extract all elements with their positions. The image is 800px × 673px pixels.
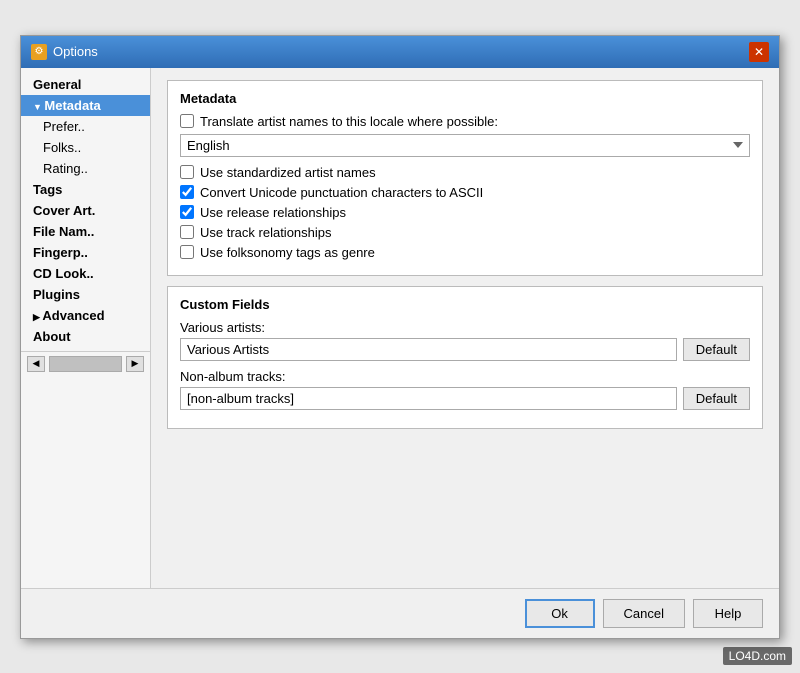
standardized-artist-row: Use standardized artist names [180,165,750,180]
track-relationships-label[interactable]: Use track relationships [200,225,332,240]
scroll-thumb[interactable] [49,356,122,372]
translate-artist-checkbox[interactable] [180,114,194,128]
track-relationships-checkbox[interactable] [180,225,194,239]
various-artists-input-row: Default [180,338,750,361]
sidebar-nav: General Metadata Prefer.. Folks.. Rating… [21,68,151,588]
translate-artist-row: Translate artist names to this locale wh… [180,114,750,129]
title-bar-left: ⚙ Options [31,44,98,60]
options-dialog: ⚙ Options ✕ General Metadata Prefer.. Fo… [20,35,780,639]
folksonomy-tags-row: Use folksonomy tags as genre [180,245,750,260]
app-icon: ⚙ [31,44,47,60]
locale-dropdown-row: English French German Spanish [180,134,750,157]
folksonomy-tags-checkbox[interactable] [180,245,194,259]
watermark: LO4D.com [723,647,792,665]
title-bar: ⚙ Options ✕ [21,36,779,68]
folksonomy-tags-label[interactable]: Use folksonomy tags as genre [200,245,375,260]
dialog-footer: Ok Cancel Help [21,588,779,638]
non-album-tracks-input[interactable] [180,387,677,410]
close-button[interactable]: ✕ [749,42,769,62]
non-album-tracks-row: Non-album tracks: Default [180,369,750,410]
custom-fields-title: Custom Fields [180,297,750,312]
convert-unicode-checkbox[interactable] [180,185,194,199]
convert-unicode-row: Convert Unicode punctuation characters t… [180,185,750,200]
various-artists-default-button[interactable]: Default [683,338,750,361]
standardized-artist-checkbox[interactable] [180,165,194,179]
dialog-title: Options [53,44,98,59]
various-artists-row: Various artists: Default [180,320,750,361]
metadata-section: Metadata Translate artist names to this … [167,80,763,276]
sidebar-item-metadata[interactable]: Metadata [21,95,150,116]
release-relationships-row: Use release relationships [180,205,750,220]
help-button[interactable]: Help [693,599,763,628]
sidebar-item-about[interactable]: About [21,326,150,347]
scroll-left-button[interactable]: ◀ [27,356,45,372]
non-album-tracks-label: Non-album tracks: [180,369,750,384]
dialog-body: General Metadata Prefer.. Folks.. Rating… [21,68,779,588]
convert-unicode-label[interactable]: Convert Unicode punctuation characters t… [200,185,483,200]
sidebar-item-preferences[interactable]: Prefer.. [21,116,150,137]
track-relationships-row: Use track relationships [180,225,750,240]
translate-artist-label[interactable]: Translate artist names to this locale wh… [200,114,498,129]
sidebar-item-fingerprint[interactable]: Fingerp.. [21,242,150,263]
various-artists-input[interactable] [180,338,677,361]
sidebar-item-cdlookup[interactable]: CD Look.. [21,263,150,284]
non-album-tracks-input-row: Default [180,387,750,410]
sidebar-item-general[interactable]: General [21,74,150,95]
sidebar-item-ratings[interactable]: Rating.. [21,158,150,179]
metadata-section-title: Metadata [180,91,750,106]
cancel-button[interactable]: Cancel [603,599,685,628]
locale-select[interactable]: English French German Spanish [180,134,750,157]
release-relationships-checkbox[interactable] [180,205,194,219]
sidebar-item-advanced[interactable]: Advanced [21,305,150,326]
various-artists-label: Various artists: [180,320,750,335]
sidebar-item-tags[interactable]: Tags [21,179,150,200]
sidebar-item-plugins[interactable]: Plugins [21,284,150,305]
sidebar-item-folksonomy[interactable]: Folks.. [21,137,150,158]
main-content: Metadata Translate artist names to this … [151,68,779,588]
sidebar-item-coverart[interactable]: Cover Art. [21,200,150,221]
release-relationships-label[interactable]: Use release relationships [200,205,346,220]
non-album-tracks-default-button[interactable]: Default [683,387,750,410]
standardized-artist-label[interactable]: Use standardized artist names [200,165,376,180]
sidebar-item-filename[interactable]: File Nam.. [21,221,150,242]
custom-fields-section: Custom Fields Various artists: Default N… [167,286,763,429]
ok-button[interactable]: Ok [525,599,595,628]
sidebar-scrollbar: ◀ ▶ [21,351,150,376]
scroll-right-button[interactable]: ▶ [126,356,144,372]
